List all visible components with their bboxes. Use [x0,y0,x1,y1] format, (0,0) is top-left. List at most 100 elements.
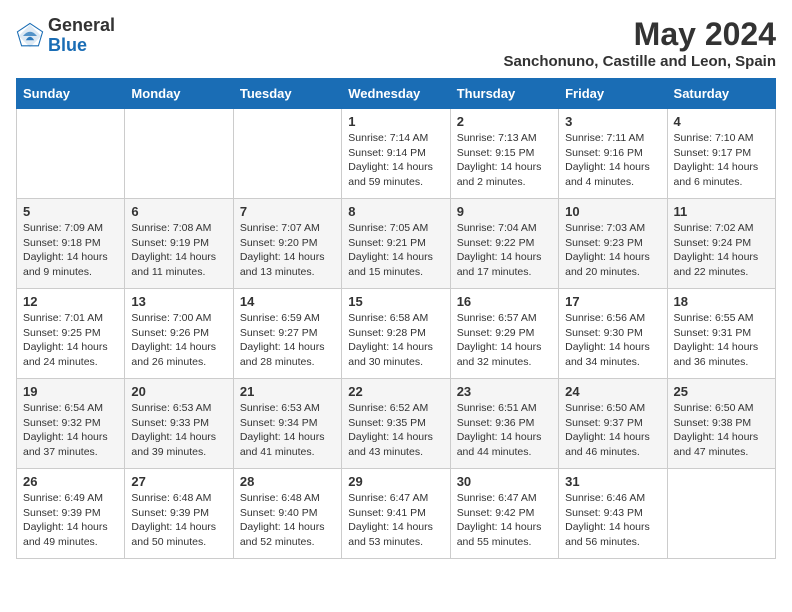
day-cell: 5 Sunrise: 7:09 AM Sunset: 9:18 PM Daylig… [17,199,125,289]
day-number: 27 [131,474,226,489]
day-info: Sunrise: 6:58 AM Sunset: 9:28 PM Dayligh… [348,311,443,370]
day-number: 1 [348,114,443,129]
day-cell: 4 Sunrise: 7:10 AM Sunset: 9:17 PM Daylig… [667,109,775,199]
day-cell: 19Sunrise: 6:54 AM Sunset: 9:32 PM Dayli… [17,379,125,469]
day-cell: 1Sunrise: 7:14 AM Sunset: 9:14 PM Daylig… [342,109,450,199]
column-header-tuesday: Tuesday [233,79,341,109]
day-number: 10 [565,204,660,219]
day-cell: 10 Sunrise: 7:03 AM Sunset: 9:23 PM Dayli… [559,199,667,289]
day-number: 18 [674,294,769,309]
day-info: Sunrise: 6:48 AM Sunset: 9:39 PM Dayligh… [131,491,226,550]
day-number: 6 [131,204,226,219]
day-cell: 21 Sunrise: 6:53 AM Sunset: 9:34 PM Dayli… [233,379,341,469]
day-number: 16 [457,294,552,309]
day-cell: 25 Sunrise: 6:50 AM Sunset: 9:38 PM Dayli… [667,379,775,469]
day-number: 11 [674,204,769,219]
day-info: Sunrise: 7:02 AM Sunset: 9:24 PM Dayligh… [674,221,769,280]
day-info: Sunrise: 7:08 AM Sunset: 9:19 PM Dayligh… [131,221,226,280]
day-number: 19 [23,384,118,399]
column-header-saturday: Saturday [667,79,775,109]
day-number: 29 [348,474,443,489]
day-cell [125,109,233,199]
day-number: 28 [240,474,335,489]
day-cell: 18 Sunrise: 6:55 AM Sunset: 9:31 PM Dayli… [667,289,775,379]
day-info: Sunrise: 6:52 AM Sunset: 9:35 PM Dayligh… [348,401,443,460]
day-cell: 8Sunrise: 7:05 AM Sunset: 9:21 PM Daylig… [342,199,450,289]
calendar-table: SundayMondayTuesdayWednesdayThursdayFrid… [16,78,776,559]
logo-text: General Blue [48,16,115,56]
day-info: Sunrise: 6:47 AM Sunset: 9:41 PM Dayligh… [348,491,443,550]
week-row-1: 1Sunrise: 7:14 AM Sunset: 9:14 PM Daylig… [17,109,776,199]
day-info: Sunrise: 7:07 AM Sunset: 9:20 PM Dayligh… [240,221,335,280]
week-row-4: 19Sunrise: 6:54 AM Sunset: 9:32 PM Dayli… [17,379,776,469]
day-cell: 20 Sunrise: 6:53 AM Sunset: 9:33 PM Dayli… [125,379,233,469]
day-info: Sunrise: 7:03 AM Sunset: 9:23 PM Dayligh… [565,221,660,280]
day-number: 5 [23,204,118,219]
column-header-friday: Friday [559,79,667,109]
day-number: 3 [565,114,660,129]
day-info: Sunrise: 7:10 AM Sunset: 9:17 PM Dayligh… [674,131,769,190]
day-info: Sunrise: 6:50 AM Sunset: 9:37 PM Dayligh… [565,401,660,460]
week-row-3: 12 Sunrise: 7:01 AM Sunset: 9:25 PM Dayli… [17,289,776,379]
day-number: 24 [565,384,660,399]
day-cell: 26Sunrise: 6:49 AM Sunset: 9:39 PM Dayli… [17,469,125,559]
day-number: 4 [674,114,769,129]
day-number: 30 [457,474,552,489]
day-number: 22 [348,384,443,399]
day-number: 7 [240,204,335,219]
day-info: Sunrise: 6:48 AM Sunset: 9:40 PM Dayligh… [240,491,335,550]
day-info: Sunrise: 7:05 AM Sunset: 9:21 PM Dayligh… [348,221,443,280]
logo-icon [16,22,44,50]
day-info: Sunrise: 6:57 AM Sunset: 9:29 PM Dayligh… [457,311,552,370]
day-number: 26 [23,474,118,489]
day-number: 25 [674,384,769,399]
day-cell [233,109,341,199]
day-number: 20 [131,384,226,399]
column-header-monday: Monday [125,79,233,109]
day-info: Sunrise: 7:13 AM Sunset: 9:15 PM Dayligh… [457,131,552,190]
day-cell: 28 Sunrise: 6:48 AM Sunset: 9:40 PM Dayli… [233,469,341,559]
day-cell: 22 Sunrise: 6:52 AM Sunset: 9:35 PM Dayli… [342,379,450,469]
day-number: 21 [240,384,335,399]
day-number: 9 [457,204,552,219]
day-info: Sunrise: 6:59 AM Sunset: 9:27 PM Dayligh… [240,311,335,370]
day-info: Sunrise: 7:00 AM Sunset: 9:26 PM Dayligh… [131,311,226,370]
day-cell: 23 Sunrise: 6:51 AM Sunset: 9:36 PM Dayli… [450,379,558,469]
day-cell: 31 Sunrise: 6:46 AM Sunset: 9:43 PM Dayli… [559,469,667,559]
day-cell: 9Sunrise: 7:04 AM Sunset: 9:22 PM Daylig… [450,199,558,289]
day-number: 31 [565,474,660,489]
title-area: May 2024 Sanchonuno, Castille and Leon, … [503,16,776,70]
day-cell [17,109,125,199]
day-info: Sunrise: 6:46 AM Sunset: 9:43 PM Dayligh… [565,491,660,550]
day-cell: 11 Sunrise: 7:02 AM Sunset: 9:24 PM Dayli… [667,199,775,289]
location: Sanchonuno, Castille and Leon, Spain [503,53,776,70]
day-number: 23 [457,384,552,399]
header: General Blue May 2024 Sanchonuno, Castil… [16,16,776,70]
day-cell: 14 Sunrise: 6:59 AM Sunset: 9:27 PM Dayli… [233,289,341,379]
day-cell: 29 Sunrise: 6:47 AM Sunset: 9:41 PM Dayli… [342,469,450,559]
day-number: 15 [348,294,443,309]
day-cell: 15 Sunrise: 6:58 AM Sunset: 9:28 PM Dayli… [342,289,450,379]
day-number: 12 [23,294,118,309]
day-cell: 16 Sunrise: 6:57 AM Sunset: 9:29 PM Dayli… [450,289,558,379]
day-cell: 12 Sunrise: 7:01 AM Sunset: 9:25 PM Dayli… [17,289,125,379]
day-cell: 17Sunrise: 6:56 AM Sunset: 9:30 PM Dayli… [559,289,667,379]
week-row-2: 5 Sunrise: 7:09 AM Sunset: 9:18 PM Daylig… [17,199,776,289]
month-year: May 2024 [503,16,776,53]
day-info: Sunrise: 6:56 AM Sunset: 9:30 PM Dayligh… [565,311,660,370]
day-number: 14 [240,294,335,309]
day-info: Sunrise: 6:51 AM Sunset: 9:36 PM Dayligh… [457,401,552,460]
day-number: 2 [457,114,552,129]
day-cell: 2 Sunrise: 7:13 AM Sunset: 9:15 PM Daylig… [450,109,558,199]
day-info: Sunrise: 6:55 AM Sunset: 9:31 PM Dayligh… [674,311,769,370]
day-info: Sunrise: 6:47 AM Sunset: 9:42 PM Dayligh… [457,491,552,550]
day-number: 13 [131,294,226,309]
day-info: Sunrise: 6:53 AM Sunset: 9:33 PM Dayligh… [131,401,226,460]
column-header-sunday: Sunday [17,79,125,109]
day-cell: 6 Sunrise: 7:08 AM Sunset: 9:19 PM Daylig… [125,199,233,289]
day-info: Sunrise: 6:50 AM Sunset: 9:38 PM Dayligh… [674,401,769,460]
day-info: Sunrise: 7:01 AM Sunset: 9:25 PM Dayligh… [23,311,118,370]
day-info: Sunrise: 7:09 AM Sunset: 9:18 PM Dayligh… [23,221,118,280]
day-cell [667,469,775,559]
day-info: Sunrise: 6:53 AM Sunset: 9:34 PM Dayligh… [240,401,335,460]
